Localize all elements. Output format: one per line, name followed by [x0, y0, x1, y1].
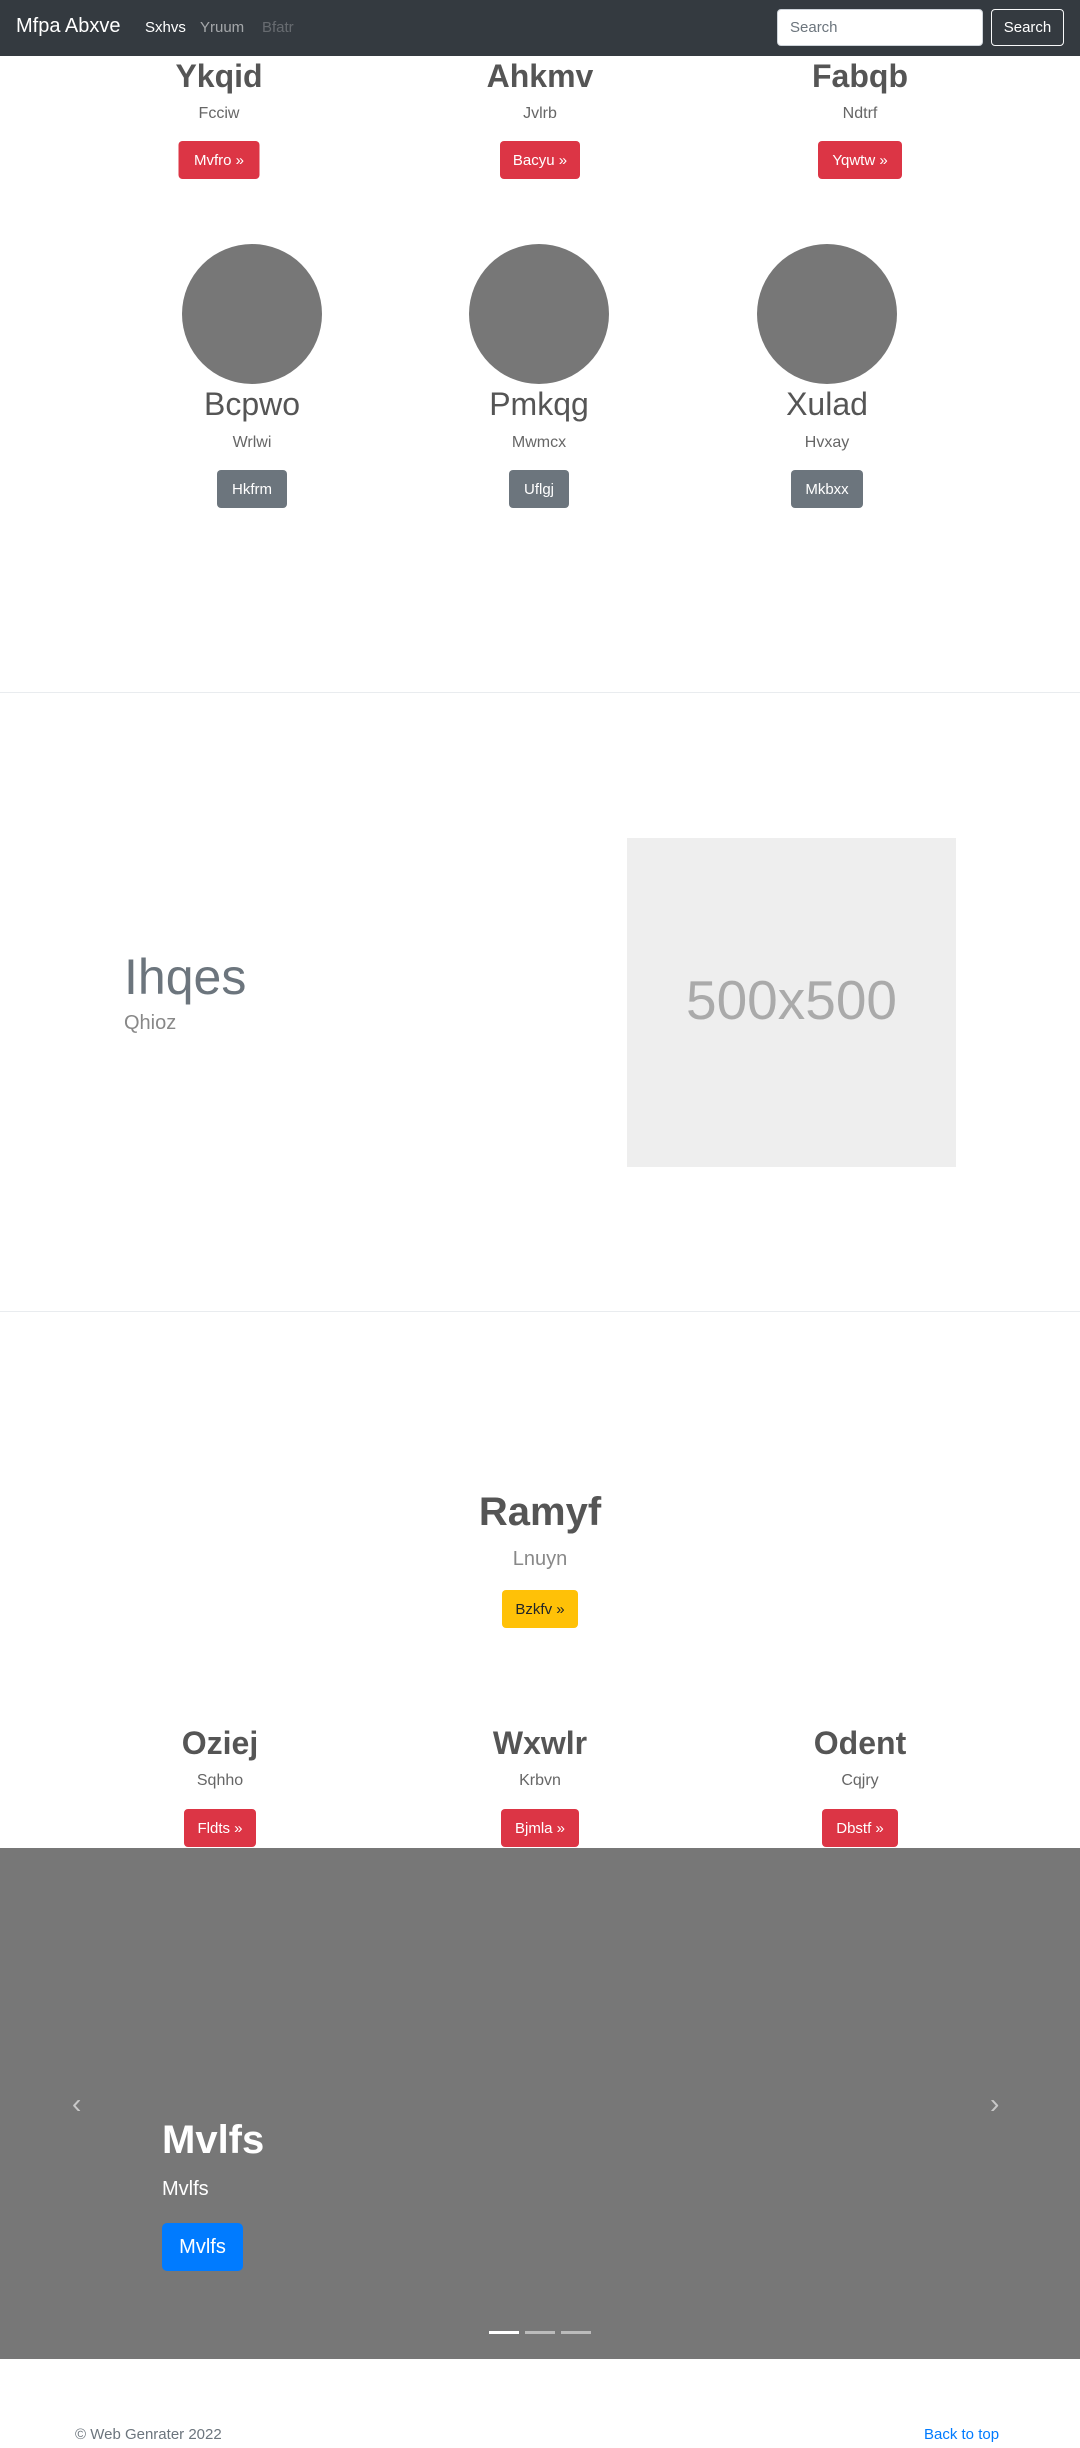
- avatar-circle: [469, 244, 609, 384]
- hero-button[interactable]: Bzkfv »: [502, 1590, 578, 1628]
- row2-button-2[interactable]: Uflgj: [509, 470, 569, 508]
- search-button[interactable]: Search: [991, 9, 1064, 46]
- nav-link-yruum[interactable]: Yruum: [200, 19, 244, 36]
- search-input[interactable]: [777, 9, 983, 46]
- chevron-right-icon[interactable]: ›: [990, 2088, 999, 2120]
- row3-sub-1: Sqhho: [196, 1772, 244, 1789]
- nav-link-bfatr[interactable]: Bfatr: [262, 19, 294, 36]
- navbar-brand[interactable]: Mfpa Abxve: [16, 15, 121, 38]
- row1-sub-2: Jvlrb: [523, 105, 557, 122]
- row1-sub-3: Ndtrf: [842, 105, 878, 122]
- navbar: Mfpa Abxve Sxhvs Yruum Bfatr Search: [0, 0, 1080, 56]
- row3-title-3: Odent: [813, 1725, 907, 1761]
- row2-title-1: Bcpwo: [203, 386, 301, 422]
- back-to-top-link[interactable]: Back to top: [924, 2426, 999, 2443]
- row2-button-1[interactable]: Hkfrm: [217, 470, 287, 508]
- row1-title-3: Fabqb: [812, 58, 908, 94]
- avatar-circle: [757, 244, 897, 384]
- row2-title-2: Pmkqg: [489, 386, 589, 422]
- row3-button-3[interactable]: Dbstf »: [822, 1809, 898, 1847]
- row2-title-3: Xulad: [786, 386, 868, 422]
- row1-title-2: Ahkmv: [486, 58, 594, 94]
- chevron-left-icon[interactable]: ‹: [72, 2088, 81, 2120]
- row1-button-1[interactable]: Mvfro »: [178, 141, 260, 179]
- hero-title: Ramyf: [478, 1490, 602, 1534]
- row2-sub-3: Hvxay: [804, 434, 850, 451]
- carousel-indicator-1[interactable]: [489, 2331, 519, 2334]
- hero-subtitle: Lnuyn: [512, 1548, 568, 1570]
- row3-title-2: Wxwlr: [492, 1725, 588, 1761]
- placeholder-image-label: 500x500: [685, 969, 898, 1031]
- row1-sub-1: Fcciw: [198, 105, 240, 122]
- carousel-indicator-2[interactable]: [525, 2331, 555, 2334]
- carousel: ‹ › Mvlfs Mvlfs Mvlfs: [0, 1848, 1080, 2359]
- nav-link-sxhvs[interactable]: Sxhvs: [145, 19, 186, 36]
- row2-button-3[interactable]: Mkbxx: [791, 470, 863, 508]
- row2-sub-2: Mwmcx: [511, 434, 567, 451]
- feature-title: Ihqes: [124, 949, 247, 1005]
- feature-subtitle: Qhioz: [124, 1012, 177, 1034]
- carousel-slide-title: Mvlfs: [162, 2118, 265, 2162]
- row1-title-1: Ykqid: [175, 58, 263, 94]
- section-divider: [0, 1311, 1080, 1312]
- row3-sub-3: Cqjry: [841, 1772, 879, 1789]
- section-divider: [0, 692, 1080, 693]
- row3-title-1: Oziej: [181, 1725, 259, 1761]
- carousel-indicator-3[interactable]: [561, 2331, 591, 2334]
- row2-sub-1: Wrlwi: [232, 434, 272, 451]
- avatar-circle: [182, 244, 322, 384]
- row3-button-1[interactable]: Fldts »: [184, 1809, 256, 1847]
- carousel-slide-subtitle: Mvlfs: [162, 2178, 209, 2200]
- row1-button-3[interactable]: Yqwtw »: [818, 141, 902, 179]
- row3-sub-2: Krbvn: [519, 1772, 561, 1789]
- footer-copyright: © Web Genrater 2022: [75, 2426, 222, 2443]
- carousel-slide-button[interactable]: Mvlfs: [162, 2223, 243, 2271]
- row1-button-2[interactable]: Bacyu »: [500, 141, 580, 179]
- row3-button-2[interactable]: Bjmla »: [501, 1809, 579, 1847]
- placeholder-image: 500x500: [627, 838, 956, 1167]
